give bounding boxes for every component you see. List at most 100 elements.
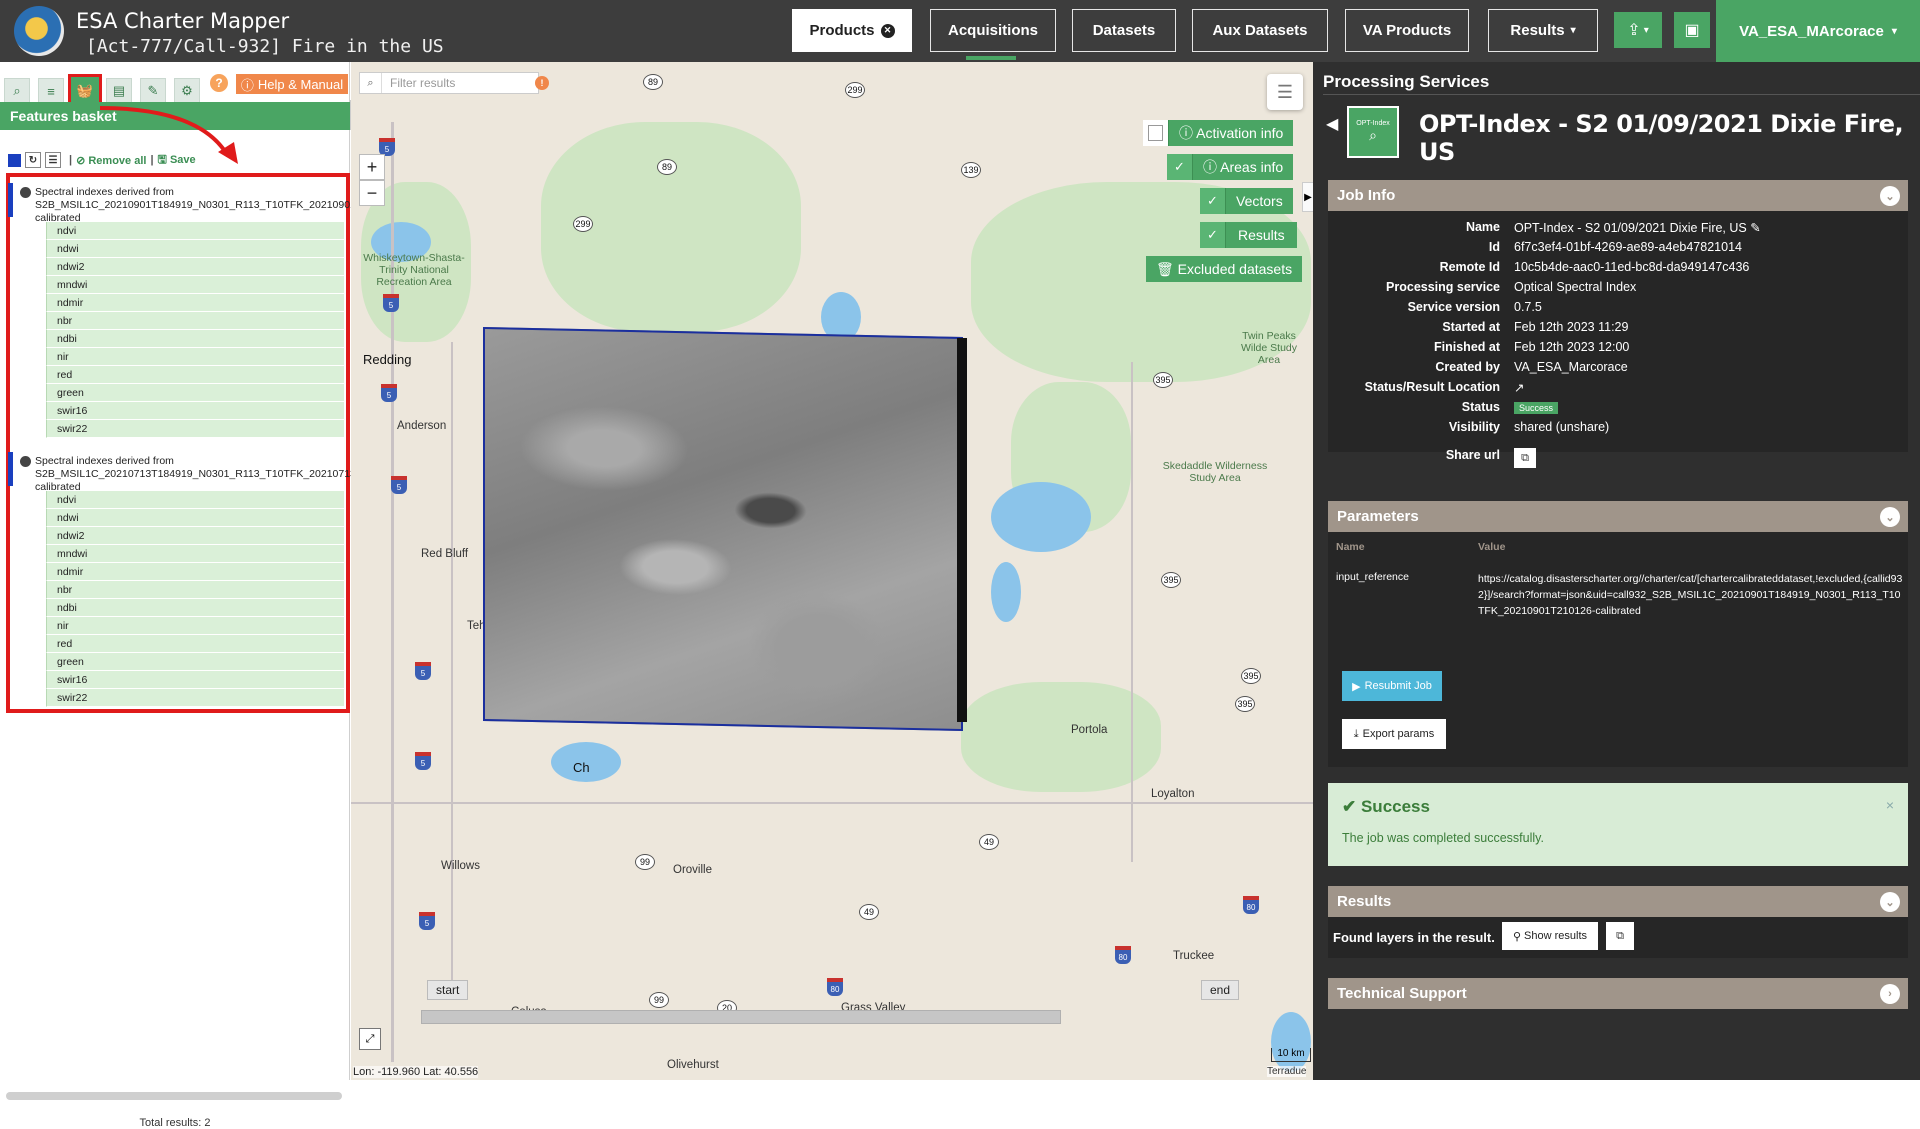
- external-link-icon[interactable]: ↗: [1514, 380, 1524, 395]
- basket-group-1[interactable]: Spectral indexes derived from S2B_MSIL1C…: [8, 183, 401, 224]
- help-button[interactable]: ?: [210, 74, 228, 92]
- chevron-down-icon[interactable]: ⌄: [1880, 892, 1900, 912]
- layer-item[interactable]: mndwi: [46, 545, 344, 563]
- tab-aux-datasets[interactable]: Aux Datasets: [1192, 9, 1328, 52]
- checkmark-icon[interactable]: ✓: [1167, 154, 1193, 180]
- zoom-in-button[interactable]: +: [359, 154, 385, 180]
- layer-item[interactable]: ndvi: [46, 222, 344, 240]
- save-button[interactable]: 🖫 Save: [158, 151, 196, 170]
- layers-button[interactable]: ☰: [1267, 74, 1303, 110]
- excluded-datasets-button[interactable]: 🗑 Excluded datasets: [1146, 256, 1303, 282]
- layer-item[interactable]: nir: [46, 348, 344, 366]
- layer-item[interactable]: nir: [46, 617, 344, 635]
- search-tool-button[interactable]: ⌕: [4, 78, 30, 104]
- copy-results-button[interactable]: ⧉: [1606, 922, 1634, 950]
- layer-item[interactable]: ndwi: [46, 240, 344, 258]
- layer-item[interactable]: green: [46, 653, 344, 671]
- excluded-datasets-label: Excluded datasets: [1177, 260, 1293, 277]
- user-menu[interactable]: VA_ESA_MArcorace ▾: [1716, 0, 1920, 62]
- layer-item[interactable]: swir22: [46, 689, 344, 707]
- layer-item[interactable]: ndmir: [46, 563, 344, 581]
- chevron-down-icon[interactable]: ⌄: [1880, 507, 1900, 527]
- timeline-slider[interactable]: [421, 1010, 1061, 1024]
- collapse-right-panel-button[interactable]: ▶: [1302, 182, 1313, 212]
- briefcase-button[interactable]: ▣: [1674, 12, 1710, 48]
- checkmark-icon[interactable]: ✓: [1200, 222, 1226, 248]
- results-toggle[interactable]: ✓ Results: [1200, 222, 1297, 248]
- remove-all-button[interactable]: ⊘ Remove all: [76, 154, 146, 167]
- chevron-right-icon[interactable]: ›: [1880, 984, 1900, 1004]
- cursor-coordinates: Lon: -119.960 Lat: 40.556: [353, 1066, 479, 1078]
- job-info-header[interactable]: Job Info ⌄: [1328, 180, 1908, 211]
- activation-info-toggle[interactable]: ⓘ Activation info: [1143, 120, 1294, 146]
- resubmit-job-button[interactable]: ▶ Resubmit Job: [1342, 671, 1442, 701]
- layer-item[interactable]: red: [46, 366, 344, 384]
- basket-group-2[interactable]: Spectral indexes derived from S2B_MSIL1C…: [8, 452, 401, 493]
- layer-item[interactable]: ndwi2: [46, 527, 344, 545]
- job-info-row: Visibility shared (unshare): [1328, 420, 1908, 440]
- zoom-out-button[interactable]: −: [359, 180, 385, 206]
- tab-results[interactable]: Results ▾: [1488, 9, 1598, 52]
- layer-item[interactable]: swir16: [46, 671, 344, 689]
- tab-va-products[interactable]: VA Products: [1345, 9, 1469, 52]
- close-circle-icon[interactable]: ✕: [880, 23, 895, 38]
- help-manual-button[interactable]: ⓘ Help & Manual: [236, 74, 348, 94]
- layer-item[interactable]: swir22: [46, 420, 344, 438]
- satellite-imagery-footprint[interactable]: [483, 326, 963, 732]
- divider: [1323, 94, 1920, 95]
- layer-item[interactable]: ndvi: [46, 491, 344, 509]
- areas-info-toggle[interactable]: ✓ ⓘ Areas info: [1167, 154, 1294, 180]
- list-tool-button[interactable]: ≡: [38, 78, 64, 104]
- export-params-button[interactable]: ⤓ Export params: [1342, 719, 1446, 749]
- tab-acquisitions[interactable]: Acquisitions: [930, 9, 1056, 52]
- layer-item[interactable]: ndbi: [46, 599, 344, 617]
- checkmark-icon[interactable]: ✓: [1200, 188, 1226, 214]
- expand-map-button[interactable]: ⤢: [359, 1028, 381, 1050]
- back-arrow-icon[interactable]: ◀: [1326, 114, 1338, 134]
- layer-item[interactable]: swir16: [46, 402, 344, 420]
- found-layers-text: Found layers in the result.: [1333, 930, 1495, 945]
- route-shield: 395: [1161, 572, 1181, 588]
- horizontal-scrollbar[interactable]: [6, 1092, 342, 1100]
- layer-item[interactable]: red: [46, 635, 344, 653]
- layer-item[interactable]: ndmir: [46, 294, 344, 312]
- map-view[interactable]: Redding Anderson Red Bluff Tehama Willow…: [351, 62, 1313, 1080]
- show-results-button[interactable]: ⚲ Show results: [1502, 922, 1598, 950]
- layer-item[interactable]: ndwi2: [46, 258, 344, 276]
- success-message: The job was completed successfully.: [1342, 831, 1544, 845]
- results-header[interactable]: Results ⌄: [1328, 886, 1908, 917]
- parameters-header[interactable]: Parameters ⌄: [1328, 501, 1908, 532]
- checkbox-unchecked-icon[interactable]: [1143, 120, 1169, 146]
- filter-results-box[interactable]: ⌕ Filter results: [359, 72, 539, 94]
- visibility-value[interactable]: shared (unshare): [1514, 420, 1609, 434]
- job-info-row: Status/Result Location ↗: [1328, 380, 1908, 400]
- layer-item[interactable]: nbr: [46, 581, 344, 599]
- info-icon[interactable]: !: [535, 76, 549, 90]
- layer-item[interactable]: nbr: [46, 312, 344, 330]
- filter-results-input[interactable]: Filter results: [382, 76, 455, 90]
- layer-item[interactable]: ndwi: [46, 509, 344, 527]
- pencil-icon[interactable]: ✎: [1750, 221, 1760, 235]
- app-title: ESA Charter Mapper: [76, 9, 290, 33]
- select-all-checkbox[interactable]: [8, 153, 21, 167]
- upload-button[interactable]: ⇪ ▾: [1614, 12, 1662, 48]
- tab-datasets[interactable]: Datasets: [1072, 9, 1176, 52]
- vectors-toggle[interactable]: ✓ Vectors: [1200, 188, 1293, 214]
- tab-products[interactable]: Products ✕: [792, 9, 912, 52]
- layer-item[interactable]: green: [46, 384, 344, 402]
- copy-share-url-button[interactable]: ⧉: [1514, 448, 1536, 468]
- close-icon[interactable]: ×: [1886, 797, 1894, 813]
- technical-support-header[interactable]: Technical Support ›: [1328, 978, 1908, 1009]
- field-value: OPT-Index - S2 01/09/2021 Dixie Fire, US: [1514, 221, 1747, 235]
- field-value: 0.7.5: [1514, 300, 1542, 314]
- refresh-button[interactable]: ↻: [25, 152, 41, 168]
- place-label: Redding: [363, 352, 412, 367]
- layer-item[interactable]: ndbi: [46, 330, 344, 348]
- areas-info-label: Areas info: [1220, 159, 1284, 175]
- chevron-down-icon[interactable]: ⌄: [1880, 186, 1900, 206]
- job-info-row: Service version 0.7.5: [1328, 300, 1908, 320]
- place-label: Anderson: [397, 420, 447, 432]
- route-shield: 99: [635, 854, 655, 870]
- menu-button[interactable]: ☰: [45, 152, 61, 168]
- layer-item[interactable]: mndwi: [46, 276, 344, 294]
